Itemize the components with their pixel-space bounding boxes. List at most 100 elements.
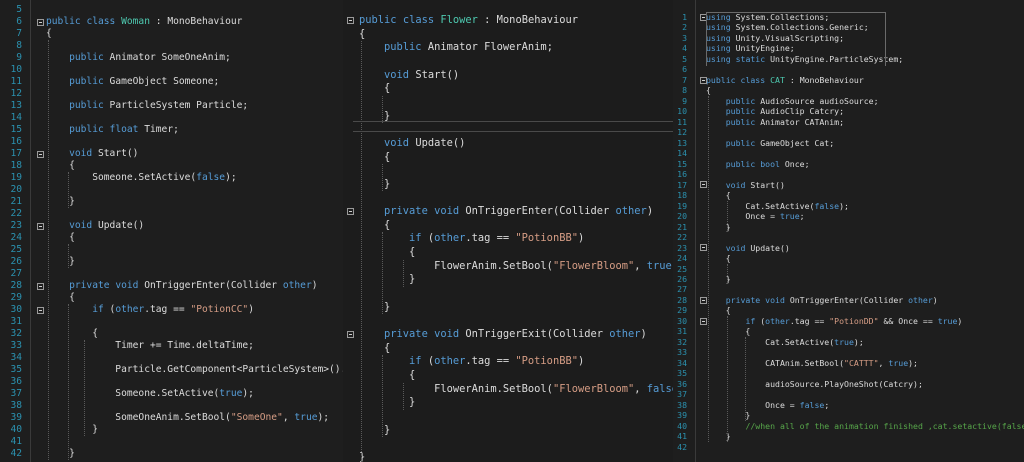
code-line[interactable]: CATAnim.SetBool("CATTT", true); xyxy=(706,358,1024,368)
code-panel-flower[interactable]: public class Flower : MonoBehaviour{ pub… xyxy=(343,0,673,462)
code-line[interactable]: Once = false; xyxy=(706,400,1024,410)
code-token: "FlowerBloom" xyxy=(552,259,635,272)
code-line[interactable]: void Update() xyxy=(46,220,343,232)
code-line[interactable]: FlowerAnim.SetBool("FlowerBloom", true); xyxy=(359,260,673,274)
code-line[interactable]: Cat.SetActive(true); xyxy=(706,337,1024,347)
code-line[interactable]: { xyxy=(706,305,1024,315)
collapse-toggle-icon[interactable] xyxy=(37,282,44,290)
code-line[interactable]: if (other.tag == "PotionCC") xyxy=(46,304,343,316)
code-line[interactable]: public Animator CATAnim; xyxy=(706,117,1024,127)
code-line[interactable]: private void OnTriggerEnter(Collider oth… xyxy=(359,205,673,219)
code-token: } xyxy=(359,396,416,409)
code-line[interactable]: } xyxy=(359,273,673,287)
code-line[interactable]: { xyxy=(359,28,673,42)
collapse-toggle-icon[interactable] xyxy=(700,296,707,304)
code-line[interactable]: private void OnTriggerExit(Collider othe… xyxy=(359,328,673,342)
line-number: 30 xyxy=(677,315,687,326)
code-line[interactable]: public GameObject Cat; xyxy=(706,138,1024,148)
code-line[interactable]: FlowerAnim.SetBool("FlowerBloom", false)… xyxy=(359,383,673,397)
collapse-toggle-icon[interactable] xyxy=(700,76,707,84)
code-line[interactable]: Once = true; xyxy=(706,211,1024,221)
code-line[interactable]: public class CAT : MonoBehaviour xyxy=(706,75,1024,85)
collapse-toggle-icon[interactable] xyxy=(700,181,707,189)
code-line[interactable]: } xyxy=(46,448,343,460)
code-line[interactable]: audioSource.PlayOneShot(Catcry); xyxy=(706,379,1024,389)
code-line[interactable]: Cat.SetActive(false); xyxy=(706,201,1024,211)
code-line[interactable]: } xyxy=(359,396,673,410)
code-line[interactable]: if (other.tag == "PotionBB") xyxy=(359,232,673,246)
collapse-toggle-icon[interactable] xyxy=(37,222,44,230)
code-line[interactable]: private void OnTriggerEnter(Collider oth… xyxy=(46,280,343,292)
code-line[interactable]: } xyxy=(706,431,1024,441)
code-line[interactable]: } xyxy=(46,256,343,268)
code-line[interactable]: { xyxy=(46,160,343,172)
code-line[interactable]: } xyxy=(359,424,673,438)
code-token: "PotionDD" xyxy=(829,315,879,326)
code-line[interactable]: if (other.tag == "PotionDD" && Once == t… xyxy=(706,316,1024,326)
code-line[interactable]: void Start() xyxy=(706,180,1024,190)
code-line[interactable]: public float Timer; xyxy=(46,124,343,136)
code-line[interactable]: public AudioClip Catcry; xyxy=(706,106,1024,116)
code-line[interactable]: } xyxy=(706,222,1024,232)
code-line[interactable]: { xyxy=(706,326,1024,336)
code-line[interactable]: { xyxy=(359,342,673,356)
code-line[interactable]: { xyxy=(359,219,673,233)
code-line[interactable]: public Animator SomeOneAnim; xyxy=(46,52,343,64)
code-line[interactable]: { xyxy=(359,151,673,165)
code-line[interactable]: { xyxy=(46,28,343,40)
code-line[interactable]: public class Woman : MonoBehaviour xyxy=(46,16,343,28)
code-line[interactable]: { xyxy=(706,253,1024,263)
code-token: , xyxy=(634,259,647,272)
code-line[interactable]: public Animator FlowerAnim; xyxy=(359,41,673,55)
collapse-toggle-icon[interactable] xyxy=(37,150,44,158)
code-line[interactable]: void Start() xyxy=(359,69,673,83)
collapse-toggle-icon[interactable] xyxy=(347,17,354,25)
code-line[interactable]: private void OnTriggerEnter(Collider oth… xyxy=(706,295,1024,305)
line-number: 2 xyxy=(682,22,687,33)
line-number: 22 xyxy=(677,232,687,243)
code-line[interactable]: public GameObject Someone; xyxy=(46,76,343,88)
code-token: } xyxy=(359,450,366,462)
code-line[interactable]: { xyxy=(706,85,1024,95)
collapse-toggle-icon[interactable] xyxy=(37,306,44,314)
code-line[interactable]: void Start() xyxy=(46,148,343,160)
code-line[interactable]: } xyxy=(46,424,343,436)
code-panel-cat[interactable]: 1 using System.Collections; 2 using System.… xyxy=(673,0,1024,462)
code-line[interactable]: { xyxy=(359,246,673,260)
code-line[interactable]: { xyxy=(46,328,343,340)
code-line[interactable]: Particle.GetComponent<ParticleSystem>().… xyxy=(46,364,343,376)
code-line[interactable]: } xyxy=(359,178,673,192)
code-line[interactable]: public bool Once; xyxy=(706,159,1024,169)
code-line[interactable]: } xyxy=(706,274,1024,284)
code-line[interactable]: Timer += Time.deltaTime; xyxy=(46,340,343,352)
code-line[interactable]: } xyxy=(359,451,673,462)
code-line[interactable]: } xyxy=(46,196,343,208)
code-line[interactable]: //when all of the animation finished ,ca… xyxy=(706,421,1024,431)
code-line[interactable]: { xyxy=(706,190,1024,200)
code-line[interactable]: { xyxy=(46,232,343,244)
collapse-toggle-icon[interactable] xyxy=(37,18,44,26)
collapse-toggle-icon[interactable] xyxy=(700,317,707,325)
code-line[interactable]: Someone.SetActive(false); xyxy=(46,172,343,184)
code-line[interactable]: SomeOneAnim.SetBool("SomeOne", true); xyxy=(46,412,343,424)
code-line[interactable]: void Update() xyxy=(706,243,1024,253)
code-panel-woman[interactable]: 5 6 public class Woman : MonoBehaviour 7 {8 9… xyxy=(0,0,343,462)
code-line[interactable]: public ParticleSystem Particle; xyxy=(46,100,343,112)
code-line[interactable]: { xyxy=(46,292,343,304)
line-number: 40 xyxy=(677,420,687,431)
collapse-toggle-icon[interactable] xyxy=(347,208,354,216)
code-line[interactable]: } xyxy=(359,301,673,315)
code-line[interactable]: { xyxy=(359,369,673,383)
collapse-toggle-icon[interactable] xyxy=(700,244,707,252)
line-number: 33 xyxy=(10,340,22,351)
code-line[interactable]: } xyxy=(706,410,1024,420)
code-line[interactable]: Someone.SetActive(true); xyxy=(46,388,343,400)
code-line[interactable]: void Update() xyxy=(359,137,673,151)
code-line[interactable]: public class Flower : MonoBehaviour xyxy=(359,14,673,28)
collapse-toggle-icon[interactable] xyxy=(347,331,354,339)
code-line[interactable]: { xyxy=(359,82,673,96)
code-line[interactable]: public AudioSource audioSource; xyxy=(706,96,1024,106)
code-line[interactable]: if (other.tag == "PotionBB") xyxy=(359,355,673,369)
